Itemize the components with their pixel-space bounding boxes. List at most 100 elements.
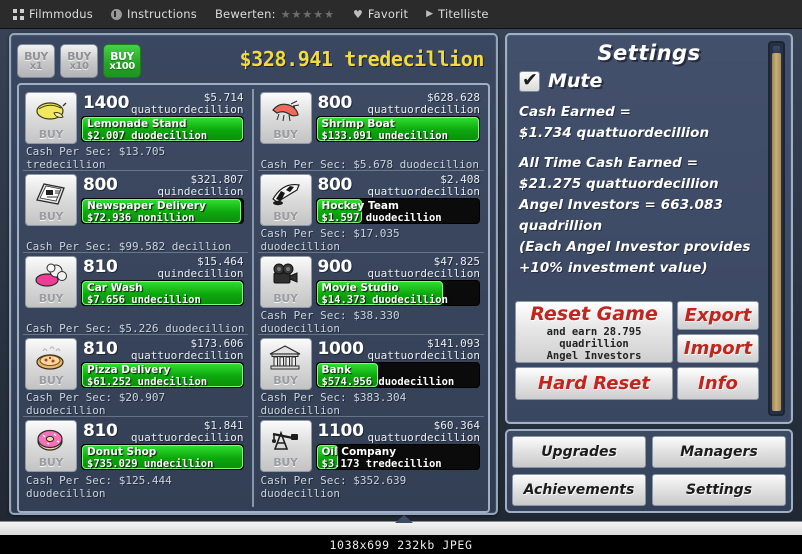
reset-buttons-group: Reset Game and earn 28.795 quadrillion A… [515,301,759,403]
hard-reset-button[interactable]: Hard Reset [515,367,673,400]
business-buy-button[interactable]: BUY [259,174,312,226]
newspaper-icon [26,177,76,211]
rating-stars[interactable]: ★★★★★ [281,8,335,21]
oil-pump-icon [261,423,311,457]
business-buy-label: BUY [38,128,64,141]
scrollbar-thumb[interactable] [772,53,781,411]
business-list: BUY 1400 $5.714 quattuordecillion Lemona… [17,83,490,513]
business-name: Bank [321,364,352,376]
business-revenue: $72.936 nonillion [87,212,195,224]
buy-x10-button[interactable]: BUY x10 [60,44,98,78]
nav-managers-button[interactable]: Managers [652,436,786,468]
business-buy-label: BUY [38,292,64,305]
mute-checkbox[interactable] [519,69,540,92]
reset-game-sub-line3: Angel Investors [546,349,642,362]
business-bar-text: Donut Shop $735.029 undecillion [87,446,240,469]
business-row: BUY 800 $321.807 quindecillion Newspaper… [23,171,248,253]
business-cash-per-sec: Cash Per Sec: $352.639 duodecillion [260,474,407,500]
business-progress-bar[interactable]: Movie Studio $14.373 duodecillion [315,280,480,306]
stat-angel-note-1: (Each Angel Investor provides [519,239,751,255]
business-info: 800 $628.628 quattuordecillion Shrimp Bo… [312,92,483,144]
business-buy-button[interactable]: BUY [259,256,312,308]
business-quantity: 810 [83,257,118,277]
toolbar-instructions-label: Instructions [127,7,197,21]
toolbar-favorit[interactable]: ♥ Favorit [346,4,415,24]
business-name: Newspaper Delivery [87,200,206,212]
stat-cash-earned-value: $1.734 quattuordecillion [519,125,710,141]
business-buy-button[interactable]: BUY [25,338,77,390]
businesses-panel: BUY x1 BUY x10 BUY x100 $328.941 tredeci… [9,33,498,515]
info-label: Info [698,373,738,394]
business-buy-button[interactable]: BUY [25,92,77,144]
viewer-toolbar: Filmmodus Instructions Bewerten: ★★★★★ ♥… [0,0,802,29]
business-name: Shrimp Boat [321,118,395,130]
business-buy-button[interactable]: BUY [259,420,312,472]
business-bar-text: Pizza Delivery $61.252 undecillion [87,364,240,387]
business-bar-text: Oil Company $3.173 tredecillion [322,446,477,469]
reset-game-sub: and earn 28.795 quadrillion Angel Invest… [547,326,642,362]
business-buy-button[interactable]: BUY [259,338,312,390]
business-progress-bar[interactable]: Shrimp Boat $133.091 undecillion [315,116,480,142]
stat-angel-investors-unit: quadrillion [519,218,603,234]
toolbar-rating[interactable]: Bewerten: ★★★★★ [208,4,342,24]
business-buy-button[interactable]: BUY [25,420,77,472]
business-cash-per-sec: Cash Per Sec: $5.678 duodecillion [260,158,480,171]
buy-x1-button[interactable]: BUY x1 [17,44,55,78]
business-buy-button[interactable]: BUY [259,92,312,144]
business-name: Movie Studio [321,282,399,294]
nav-upgrades-button[interactable]: Upgrades [512,436,646,468]
business-price: $2.408 quattuordecillion [367,174,480,198]
nav-achievements-button[interactable]: Achievements [512,474,646,506]
buy-multiplier-bar: BUY x1 BUY x10 BUY x100 $328.941 tredeci… [17,41,490,81]
business-progress-bar[interactable]: Newspaper Delivery $72.936 nonillion [81,198,244,224]
business-progress-bar[interactable]: Bank $574.956 duodecillion [315,362,480,388]
pizza-icon [26,341,76,375]
viewer-bottom-strip [0,515,802,535]
buy-x100-line1: BUY [110,49,134,63]
business-cash-per-sec: Cash Per Sec: $99.582 decillion [26,240,232,253]
toolbar-instructions[interactable]: Instructions [104,4,204,24]
import-button[interactable]: Import [677,334,759,363]
business-price: $173.606 quattuordecillion [131,338,244,362]
reset-game-button[interactable]: Reset Game and earn 28.795 quadrillion A… [515,301,673,363]
info-button[interactable]: Info [677,367,759,400]
business-info: 1400 $5.714 quattuordecillion Lemonade S… [77,92,246,144]
business-column-right: BUY 800 $628.628 quattuordecillion Shrim… [254,89,484,507]
business-buy-button[interactable]: BUY [25,256,77,308]
buy-x100-line2: x100 [109,60,135,72]
buy-x1-line2: x1 [29,60,43,72]
export-button[interactable]: Export [677,301,759,330]
main-nav-panel: Upgrades Managers Achievements Settings [505,429,793,513]
app-root: Filmmodus Instructions Bewerten: ★★★★★ ♥… [0,0,802,554]
business-progress-bar[interactable]: Car Wash $7.656 undecillion [81,280,244,306]
mute-row[interactable]: Mute [519,69,785,92]
business-buy-label: BUY [273,456,298,469]
business-revenue: $133.091 undecillion [321,130,448,142]
business-buy-label: BUY [38,456,64,469]
hard-reset-label: Hard Reset [538,373,650,394]
business-price: $628.628 quattuordecillion [367,92,480,116]
import-label: Import [683,338,753,359]
business-progress-bar[interactable]: Pizza Delivery $61.252 undecillion [81,362,244,388]
business-cash-per-sec: Cash Per Sec: $383.304 duodecillion [260,391,407,417]
toolbar-favorit-label: Favorit [367,7,409,21]
toolbar-filmmodus[interactable]: Filmmodus [6,4,100,24]
business-progress-bar[interactable]: Lemonade Stand $2.007 duodecillion [81,116,244,142]
toolbar-titelliste[interactable]: ▶ Titelliste [419,4,496,24]
business-progress-bar[interactable]: Donut Shop $735.029 undecillion [81,444,244,470]
nav-settings-button[interactable]: Settings [652,474,786,506]
business-name: Pizza Delivery [87,364,171,376]
business-buy-button[interactable]: BUY [25,174,77,226]
business-revenue: $574.956 duodecillion [321,376,455,388]
business-progress-bar[interactable]: Oil Company $3.173 tredecillion [315,444,480,470]
business-progress-bar[interactable]: Hockey Team $1.597 duodecillion [315,198,480,224]
business-row: BUY 800 $2.408 quattuordecillion Hockey … [257,171,484,253]
donut-icon [26,423,76,457]
business-name: Hockey Team [321,200,399,212]
business-buy-label: BUY [38,210,64,223]
business-name: Lemonade Stand [87,118,187,130]
business-row: BUY 810 $15.464 quindecillion Car Wash $… [23,253,248,335]
grid-icon [13,8,24,20]
buy-x100-button[interactable]: BUY x100 [103,44,141,78]
settings-scrollbar[interactable] [768,41,785,416]
